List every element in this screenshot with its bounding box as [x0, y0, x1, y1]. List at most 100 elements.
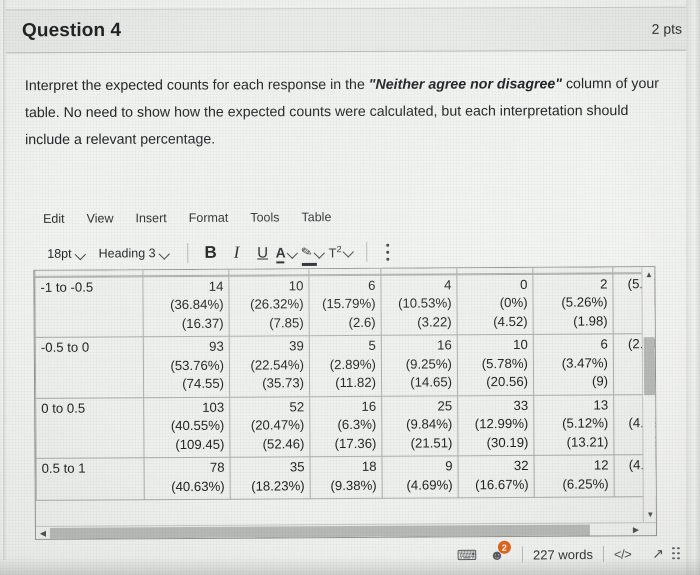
cell-count: 16: [437, 337, 452, 353]
scroll-down-arrow-icon[interactable]: ▼: [644, 507, 657, 521]
cell-percent: (9.38%): [330, 477, 377, 493]
accessibility-checker-button[interactable]: ☻ 2: [482, 540, 512, 567]
cell-expected: (9): [591, 373, 609, 389]
editor-menu-bar: Edit View Insert Format Tools Table: [43, 210, 331, 226]
drag-grip-icon[interactable]: [671, 546, 682, 560]
expand-editor-icon[interactable]: ↗: [652, 545, 664, 562]
editor-toolbar: 18pt Heading 3 B I U A ✎ T2: [43, 240, 390, 266]
keyboard-icon[interactable]: ⌨: [452, 543, 482, 567]
bold-button[interactable]: B: [198, 241, 224, 265]
menu-item-tools[interactable]: Tools: [250, 210, 279, 224]
cell-expected: (1.98): [573, 312, 608, 329]
table-cell: 52 (20.47%) (52.46): [229, 396, 310, 458]
scroll-up-arrow-icon[interactable]: ▲: [642, 267, 655, 281]
cell-expected: (0.17): [380, 266, 457, 274]
cell-percent: (6.3%): [337, 416, 377, 433]
horizontal-scroll-thumb[interactable]: [49, 524, 590, 539]
editor-content-table-viewport[interactable]: (0.86) (0.41) (0.14) (0.17) (0.24) (0.1)…: [33, 266, 657, 540]
cell-count: 103: [202, 399, 225, 415]
text-color-icon: A: [275, 244, 286, 261]
cell-percent: (22.54%): [250, 356, 304, 373]
cell-expected: (0.24): [456, 266, 533, 274]
table-cell: 2 (5.26%) (1.98): [532, 273, 614, 335]
font-size-dropdown[interactable]: 18pt: [43, 245, 94, 263]
table-row: 0.5 to 1 78 (40.63%) 35 (18.23%) 18 (9.38%) 9 (4…: [36, 454, 657, 501]
menu-item-edit[interactable]: Edit: [43, 212, 65, 226]
cell-expected: (20.56): [486, 373, 529, 390]
chevron-down-icon: [289, 248, 298, 257]
more-options-icon[interactable]: [386, 243, 390, 261]
underline-button[interactable]: U: [250, 240, 276, 264]
cell-expected: (14.65): [410, 374, 453, 390]
italic-button[interactable]: I: [224, 241, 250, 265]
font-size-value: 18pt: [47, 246, 72, 261]
cell-percent: (16.67%): [475, 476, 529, 492]
vertical-scroll-thumb[interactable]: [643, 337, 656, 396]
scroll-left-arrow-icon[interactable]: ◀: [36, 527, 50, 540]
menu-item-table[interactable]: Table: [301, 210, 331, 224]
table-cell: 103 (40.55%) (109.45): [143, 396, 231, 458]
cell-expected: (3.22): [417, 313, 452, 330]
cell-count: 9: [445, 458, 453, 474]
cell-expected: (0.14): [308, 266, 381, 275]
table-cell: 78 (40.63%): [144, 457, 231, 500]
table-horizontal-scrollbar[interactable]: ◀ ▶: [35, 522, 656, 540]
scroll-right-arrow-icon[interactable]: ▶: [629, 523, 643, 536]
cell-count: 5: [368, 337, 376, 353]
table-cell: 18 (9.38%): [309, 456, 383, 499]
cell-count: 10: [288, 277, 304, 293]
cell-percent: (40.55%): [170, 417, 225, 434]
cell-expected: (13.21): [566, 433, 609, 450]
cell-expected: (0.1): [532, 266, 613, 273]
table-body-main: -1 to -0.5 14 (36.84%) (16.37) 10 (26.32%) (7.…: [34, 273, 657, 501]
cell-count: 16: [361, 398, 377, 414]
text-color-dropdown[interactable]: A: [276, 244, 298, 260]
menu-item-view[interactable]: View: [87, 211, 114, 225]
cell-percent: (40.63%): [171, 478, 225, 494]
cell-count: 6: [600, 336, 608, 352]
prompt-emphasis: "Neither agree nor disagree": [368, 76, 563, 93]
paragraph-style-value: Heading 3: [98, 246, 156, 261]
cell-expected: (30.19): [486, 434, 529, 450]
cell-count: 39: [289, 338, 304, 354]
cell-percent: (6.25%): [562, 475, 609, 492]
table-cell: 25 (9.84%) (21.51): [381, 395, 458, 457]
cell-count: 35: [289, 459, 305, 475]
superscript-dropdown[interactable]: T2: [329, 244, 354, 260]
table-cell: 10 (5.78%) (20.56): [457, 334, 534, 396]
table-cell: 14 (36.84%) (16.37): [142, 275, 230, 337]
question-points: 2 pts: [651, 20, 683, 37]
cell-expected: (2.6): [348, 314, 376, 330]
editor-status-bar: ⌨ ☻ 2 227 words </> ↗: [34, 538, 682, 574]
table-cell: 5 (2.89%) (11.82): [309, 335, 382, 397]
cell-count: 6: [368, 277, 376, 293]
highlight-color-dropdown[interactable]: ✎: [300, 243, 325, 260]
table-cell: 39 (22.54%) (35.73): [229, 335, 310, 397]
cell-expected: (0.86): [142, 266, 229, 276]
cell-percent: (0%): [499, 294, 528, 311]
table-cell: 13 (5.12%) (13.21): [533, 394, 614, 456]
menu-item-insert[interactable]: Insert: [135, 211, 166, 225]
table-cell: 10 (26.32%) (7.85): [228, 275, 310, 337]
row-label: -1 to -0.5: [34, 276, 144, 338]
cell-count: 4: [444, 276, 452, 292]
html-editor-button[interactable]: </>: [614, 546, 631, 561]
cell-percent: (18.23%): [251, 477, 305, 494]
cell-percent: (15.79%): [322, 295, 376, 312]
cell-count: 2: [600, 275, 608, 291]
cell-expected: (109.45): [175, 436, 225, 452]
table-cell: 33 (12.99%) (30.19): [457, 394, 534, 456]
cell-expected: (35.73): [262, 375, 305, 391]
table-vertical-scrollbar[interactable]: ▲ ▼: [641, 267, 657, 536]
table-row: -0.5 to 0 93 (53.76%) (74.55) 39 (22.54%) (35.…: [35, 333, 657, 398]
cell-count: 33: [513, 397, 529, 413]
cell-percent: (2.89%): [329, 356, 376, 372]
chevron-down-icon: [316, 248, 325, 257]
table-cell: 0 (0%) (4.52): [456, 273, 534, 335]
cell-expected: (11.82): [335, 374, 377, 391]
toolbar-divider: [187, 242, 189, 263]
paragraph-style-dropdown[interactable]: Heading 3: [95, 244, 179, 263]
row-label: 0 to 0.5: [35, 397, 145, 459]
table-row: -1 to -0.5 14 (36.84%) (16.37) 10 (26.32%) (7.…: [34, 273, 657, 338]
menu-item-format[interactable]: Format: [189, 211, 229, 225]
